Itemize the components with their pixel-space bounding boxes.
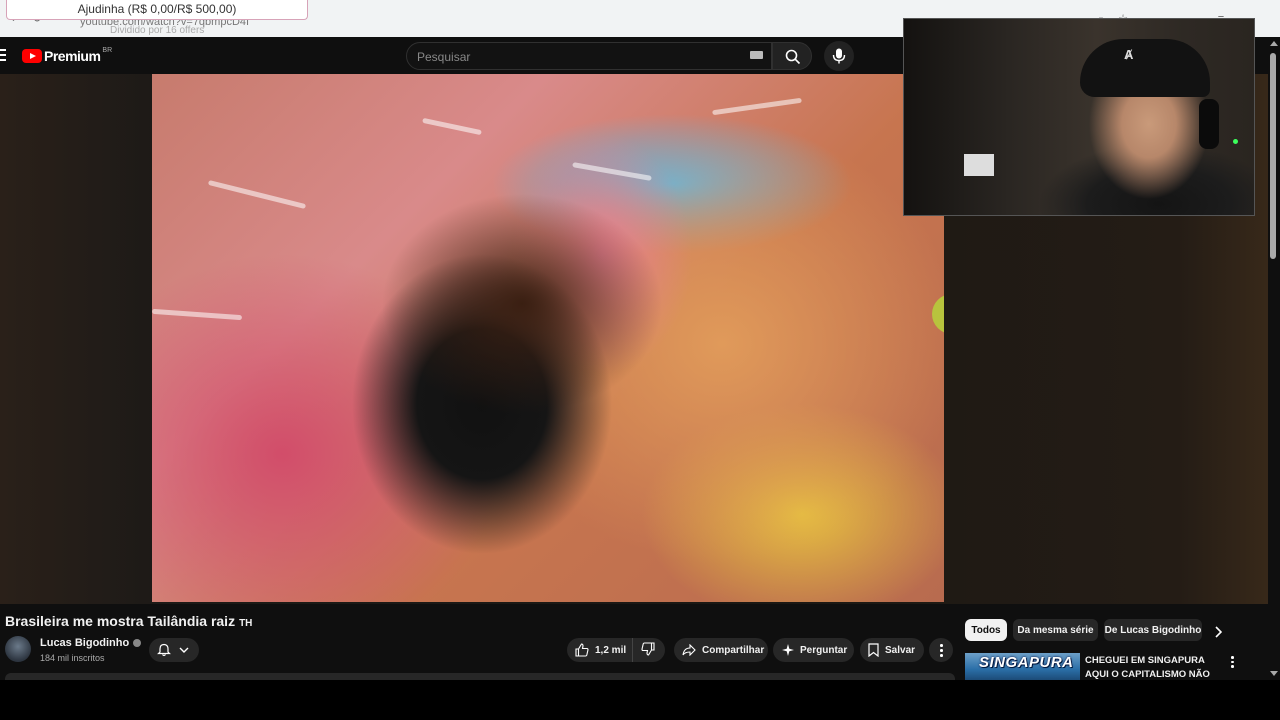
scroll-up-arrow-icon[interactable] (1270, 41, 1278, 46)
share-label: Compartilhar (702, 644, 765, 656)
channel-name-text: Lucas Bigodinho (40, 637, 130, 649)
channel-name[interactable]: Lucas Bigodinho (40, 637, 142, 649)
motion-blur-streak (207, 179, 307, 210)
save-label: Salvar (885, 644, 916, 656)
voice-search-button[interactable] (824, 41, 854, 71)
flag-label: TH (239, 618, 253, 629)
address-subtitle: Dividido por 16 offers (110, 25, 205, 36)
bell-icon (157, 643, 171, 657)
save-button[interactable]: Salvar (860, 638, 924, 662)
motion-blur-streak (572, 162, 652, 181)
background-monitor (964, 154, 994, 176)
logo-text: Premium (44, 48, 101, 64)
search-input[interactable]: Pesquisar (406, 42, 772, 70)
hamburger-menu-icon[interactable] (0, 49, 6, 61)
region-label: BR (102, 46, 113, 54)
video-player[interactable] (152, 74, 944, 602)
blurred-shelf-item (932, 294, 944, 334)
notification-bell-button[interactable] (149, 638, 199, 662)
share-arrow-icon (682, 644, 696, 656)
bottom-letterbox (0, 680, 1280, 720)
keyboard-icon[interactable] (750, 51, 763, 59)
motion-blur-streak (152, 308, 243, 321)
thumbnail-text: SINGAPURA (979, 654, 1074, 671)
motion-blur-streak (712, 97, 802, 116)
motion-blur-streak (422, 117, 482, 136)
headset (1199, 99, 1219, 149)
recommendation-more-icon[interactable] (1231, 656, 1235, 670)
like-count: 1,2 mil (595, 644, 627, 656)
chip-de-lucas-bigodinho[interactable]: De Lucas Bigodinho (1104, 619, 1202, 641)
verified-icon (133, 639, 142, 648)
bookmark-icon (868, 643, 879, 657)
video-title-text: Brasileira me mostra Tailândia raiz (5, 613, 236, 629)
share-button[interactable]: Compartilhar (674, 638, 768, 662)
video-details: Brasileira me mostra Tailândia raiz TH Lu… (0, 604, 1268, 693)
thumbs-down-icon (641, 641, 655, 656)
webcam-overlay: Ⱥ (903, 18, 1255, 216)
ask-button[interactable]: Perguntar (773, 638, 854, 662)
chevron-right-icon[interactable] (1214, 626, 1222, 638)
subscriber-count: 184 mil inscritos (40, 653, 105, 663)
dislike-button[interactable] (633, 641, 655, 659)
search-button[interactable] (772, 42, 812, 70)
chip-todos[interactable]: Todos (965, 619, 1007, 641)
recommendation-thumbnail[interactable]: SINGAPURA (965, 653, 1080, 680)
channel-avatar[interactable] (5, 636, 31, 662)
cap-logo: Ⱥ (1124, 47, 1134, 62)
ask-label: Perguntar (800, 644, 848, 656)
thumbs-up-icon (575, 643, 589, 657)
scroll-thumb[interactable] (1270, 53, 1276, 259)
chevron-down-icon (179, 647, 189, 653)
more-actions-button[interactable] (929, 638, 953, 662)
scroll-down-arrow-icon[interactable] (1270, 671, 1278, 676)
donation-goal-banner: Ajudinha (R$ 0,00/R$ 500,00) (6, 0, 308, 20)
youtube-premium-logo[interactable]: Premium BR (22, 47, 112, 65)
streamer-cap (1080, 39, 1210, 97)
sparkle-icon (782, 644, 794, 656)
video-title: Brasileira me mostra Tailândia raiz TH (5, 613, 252, 629)
youtube-play-icon (22, 49, 42, 63)
search-placeholder: Pesquisar (417, 50, 471, 64)
more-dots-icon (940, 644, 943, 647)
like-dislike-group: 1,2 mil (567, 638, 665, 662)
page-scrollbar[interactable] (1268, 37, 1280, 680)
chip-da-mesma-serie[interactable]: Da mesma série (1013, 619, 1098, 641)
microphone-icon (832, 48, 846, 64)
search-icon (785, 49, 801, 65)
headset-led (1233, 139, 1238, 144)
like-button[interactable]: 1,2 mil (567, 638, 633, 662)
